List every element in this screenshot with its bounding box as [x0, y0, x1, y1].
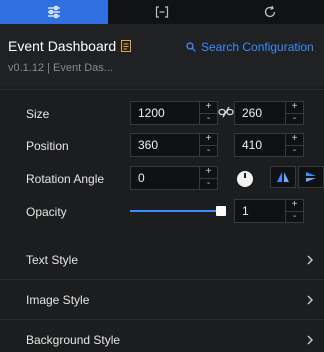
section-background-style[interactable]: Background Style [0, 320, 324, 352]
position-label: Position [26, 139, 69, 153]
tab-bar [0, 0, 324, 24]
page-title: Event Dashboard [8, 38, 117, 54]
rotation-value[interactable]: 0 [131, 167, 199, 189]
opacity-slider[interactable] [130, 206, 226, 216]
rotation-dial[interactable] [237, 171, 253, 187]
opacity-label: Opacity [26, 205, 67, 219]
chevron-right-icon [307, 335, 313, 345]
section-label: Background Style [26, 333, 121, 347]
rotation-steps: + - [199, 167, 217, 189]
slider-thumb[interactable] [216, 206, 226, 216]
divider [0, 89, 324, 90]
flip-vertical-icon [306, 172, 316, 182]
height-stepper[interactable]: 260 + - [234, 101, 304, 125]
flip-horizontal-button[interactable] [270, 166, 296, 188]
y-stepper[interactable]: 410 + - [234, 133, 304, 157]
tab-properties[interactable] [0, 0, 108, 24]
opacity-steps: + - [285, 200, 303, 222]
width-steps: + - [199, 102, 217, 124]
flip-vertical-button[interactable] [298, 166, 324, 188]
x-stepper[interactable]: 360 + - [130, 133, 218, 157]
width-value[interactable]: 1200 [131, 102, 199, 124]
document-icon[interactable] [121, 40, 132, 52]
flip-horizontal-icon [277, 172, 289, 182]
refresh-icon [264, 5, 276, 18]
x-value[interactable]: 360 [131, 134, 199, 156]
section-label: Text Style [26, 253, 79, 267]
decrement-button[interactable]: - [200, 145, 217, 157]
section-image-style[interactable]: Image Style [0, 280, 324, 320]
decrement-button[interactable]: - [286, 211, 303, 223]
x-steps: + - [199, 134, 217, 156]
search-configuration-link[interactable]: Search Configuration [186, 40, 314, 54]
chevron-right-icon [307, 255, 313, 265]
tab-layout[interactable] [108, 0, 216, 24]
section-label: Image Style [26, 293, 90, 307]
decrement-button[interactable]: - [286, 145, 303, 157]
increment-button[interactable]: + [286, 134, 303, 146]
height-value[interactable]: 260 [235, 102, 285, 124]
y-steps: + - [285, 134, 303, 156]
chevron-right-icon [307, 295, 313, 305]
increment-button[interactable]: + [286, 102, 303, 114]
increment-button[interactable]: + [286, 200, 303, 212]
title-row: Event Dashboard [8, 38, 132, 54]
opacity-stepper[interactable]: 1 + - [234, 199, 304, 223]
height-steps: + - [285, 102, 303, 124]
unlinked-chain-icon[interactable] [218, 106, 234, 118]
size-label: Size [26, 107, 50, 121]
decrement-button[interactable]: - [200, 178, 217, 190]
rotation-angle-label: Rotation Angle [26, 172, 105, 186]
decrement-button[interactable]: - [286, 113, 303, 125]
increment-button[interactable]: + [200, 167, 217, 179]
increment-button[interactable]: + [200, 134, 217, 146]
increment-button[interactable]: + [200, 102, 217, 114]
section-text-style[interactable]: Text Style [0, 240, 324, 280]
decrement-button[interactable]: - [200, 113, 217, 125]
rotation-stepper[interactable]: 0 + - [130, 166, 218, 190]
search-label: Search Configuration [201, 40, 314, 54]
slider-fill [130, 210, 221, 212]
y-value[interactable]: 410 [235, 134, 285, 156]
tab-interaction[interactable] [216, 0, 324, 24]
brackets-icon [155, 6, 169, 18]
panel-header: Event Dashboard Search Configuration v0.… [0, 24, 324, 86]
version-subtitle: v0.1.12 | Event Das... [8, 62, 113, 74]
sliders-icon [48, 5, 60, 19]
opacity-value[interactable]: 1 [235, 200, 285, 222]
width-stepper[interactable]: 1200 + - [130, 101, 218, 125]
search-icon [186, 42, 196, 52]
